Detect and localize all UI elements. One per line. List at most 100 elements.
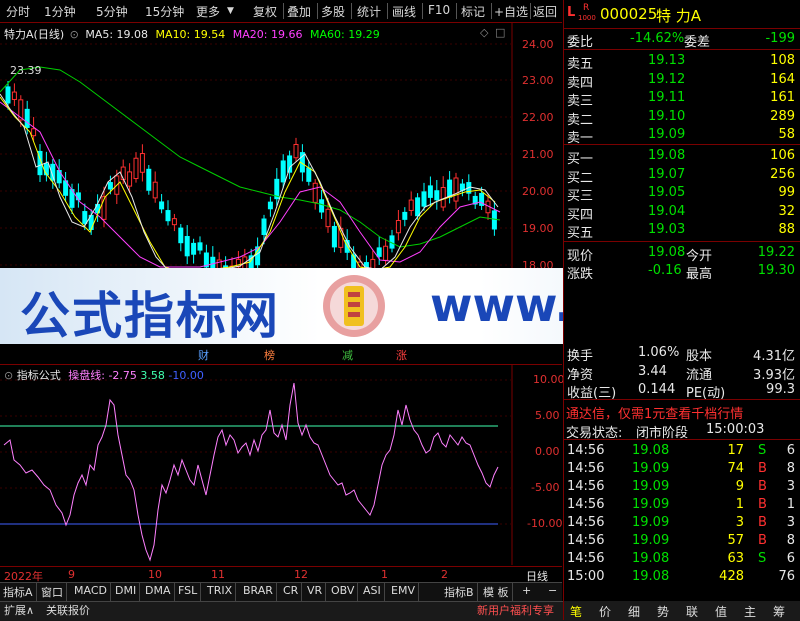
f10-button[interactable]: F10 xyxy=(428,3,450,17)
x-tick: 9 xyxy=(68,568,75,581)
tab-vr[interactable]: VR xyxy=(304,583,327,601)
tab-macd[interactable]: MACD xyxy=(71,583,111,601)
tick-volume: 1 xyxy=(735,497,744,512)
tick-time: 14:56 xyxy=(567,461,605,476)
finance-tag[interactable]: 财 xyxy=(196,349,211,362)
tab-obv[interactable]: OBV xyxy=(328,583,359,601)
ranking-tag[interactable]: 榜 xyxy=(262,349,277,362)
tab-trix[interactable]: TRIX xyxy=(204,583,237,601)
stat-value: 3.44 xyxy=(638,363,667,379)
stat-value: -0.16 xyxy=(648,263,682,278)
tab-window[interactable]: 窗口 xyxy=(38,583,67,601)
back-button[interactable]: 返回 xyxy=(533,3,557,20)
panel-tab[interactable]: 筹 xyxy=(773,603,785,620)
tab-emv[interactable]: EMV xyxy=(388,583,419,601)
tick-time: 14:56 xyxy=(567,497,605,512)
bid-price[interactable]: 19.05 xyxy=(648,185,685,200)
ma60-line xyxy=(0,66,501,248)
tick-volume: 3 xyxy=(735,515,744,530)
add-watchlist-button[interactable]: +自选 xyxy=(494,3,528,20)
weibi-label: 委比 xyxy=(567,35,594,50)
panel-tab[interactable]: 笔 xyxy=(570,603,582,620)
candle xyxy=(197,242,203,251)
candle xyxy=(421,191,427,207)
remove-pane-button[interactable]: − xyxy=(545,583,560,601)
restore-rights-button[interactable]: 复权 xyxy=(253,3,277,20)
expand-button[interactable]: 扩展∧ xyxy=(4,602,34,619)
more-dropdown-icon[interactable]: ▼ xyxy=(227,6,234,16)
candle xyxy=(293,144,299,159)
draw-line-button[interactable]: 画线 xyxy=(392,3,416,20)
rise-tag[interactable]: 涨 xyxy=(394,349,409,362)
tab-template[interactable]: 模 板 xyxy=(480,583,513,601)
ask-level-label: 卖二 xyxy=(567,112,594,128)
ask-level-label: 卖四 xyxy=(567,75,594,91)
candle xyxy=(453,177,459,202)
tab-brar[interactable]: BRAR xyxy=(240,583,277,601)
stat-value: 3.93亿 xyxy=(753,367,795,383)
y-tick: 21.00 xyxy=(522,148,554,161)
ask-price[interactable]: 19.09 xyxy=(648,127,685,142)
indicator-chart[interactable] xyxy=(0,365,562,565)
related-quote-button[interactable]: 关联报价 xyxy=(46,602,90,619)
panel-tab[interactable]: 价 xyxy=(599,603,611,620)
new-user-promo[interactable]: 新用户福利专享 xyxy=(477,602,554,619)
add-pane-button[interactable]: + xyxy=(519,583,534,601)
tab-5min[interactable]: 5分钟 xyxy=(96,3,128,20)
candle xyxy=(24,108,30,128)
tick-count: 6 xyxy=(786,443,795,458)
x-tick: 1 xyxy=(381,568,388,581)
tab-dma[interactable]: DMA xyxy=(142,583,175,601)
tab-fsl[interactable]: FSL xyxy=(175,583,202,601)
tick-price: 19.09 xyxy=(632,515,670,530)
bid-price[interactable]: 19.08 xyxy=(648,148,685,163)
tick-side: B xyxy=(758,515,767,530)
ask-volume: 58 xyxy=(778,127,795,142)
panel-tab[interactable]: 主 xyxy=(744,603,756,620)
statistics-button[interactable]: 统计 xyxy=(357,3,381,20)
bid-price[interactable]: 19.07 xyxy=(648,167,685,182)
tick-time: 14:56 xyxy=(567,479,605,494)
stat-value: 19.30 xyxy=(757,263,795,278)
quote-panel: L R 1000 000025 特 力A 委比 -14.62% 委差 -199 … xyxy=(563,0,800,620)
bid-price[interactable]: 19.04 xyxy=(648,204,685,219)
candle xyxy=(178,227,184,244)
ask-price[interactable]: 19.11 xyxy=(648,90,685,105)
tick-volume: 17 xyxy=(727,443,744,458)
overlay-button[interactable]: 叠加 xyxy=(287,3,311,20)
panel-tab[interactable]: 联 xyxy=(686,603,698,620)
multi-stock-button[interactable]: 多股 xyxy=(321,3,345,20)
ask-price[interactable]: 19.13 xyxy=(648,53,685,68)
candlestick-chart[interactable]: 23.39 xyxy=(0,22,562,272)
tab-asi[interactable]: ASI xyxy=(360,583,385,601)
candle xyxy=(146,168,152,191)
y-tick: 0.00 xyxy=(535,445,560,458)
mark-button[interactable]: 标记 xyxy=(461,3,485,20)
tab-intraday[interactable]: 分时 xyxy=(6,3,30,20)
ask-price[interactable]: 19.12 xyxy=(648,72,685,87)
tab-indicator-b[interactable]: 指标B xyxy=(441,583,478,601)
ask-volume: 161 xyxy=(770,90,795,105)
tab-15min[interactable]: 15分钟 xyxy=(145,3,184,20)
tab-dmi[interactable]: DMI xyxy=(112,583,141,601)
panel-tab[interactable]: 值 xyxy=(715,603,727,620)
x-axis: 2022年 9 10 11 12 1 2 日线 xyxy=(0,566,562,583)
reduce-tag[interactable]: 减 xyxy=(340,349,355,362)
panel-tab[interactable]: 细 xyxy=(628,603,640,620)
tab-cr[interactable]: CR xyxy=(280,583,303,601)
ask-price[interactable]: 19.10 xyxy=(648,109,685,124)
tick-side: B xyxy=(758,497,767,512)
stock-code: 000025 xyxy=(600,5,658,23)
candle xyxy=(165,210,171,222)
level2-promo[interactable]: 通达信，仅需1元查看千档行情 xyxy=(566,403,743,422)
ma10-line xyxy=(0,96,496,272)
tick-count: 8 xyxy=(786,533,795,548)
candle xyxy=(312,182,318,203)
tick-side: B xyxy=(758,533,767,548)
panel-tab[interactable]: 势 xyxy=(657,603,669,620)
tab-indicator-a[interactable]: 指标A xyxy=(0,583,37,601)
tab-1min[interactable]: 1分钟 xyxy=(44,3,76,20)
tab-more[interactable]: 更多 xyxy=(196,3,220,20)
y-tick: 24.00 xyxy=(522,38,554,51)
bid-price[interactable]: 19.03 xyxy=(648,222,685,237)
